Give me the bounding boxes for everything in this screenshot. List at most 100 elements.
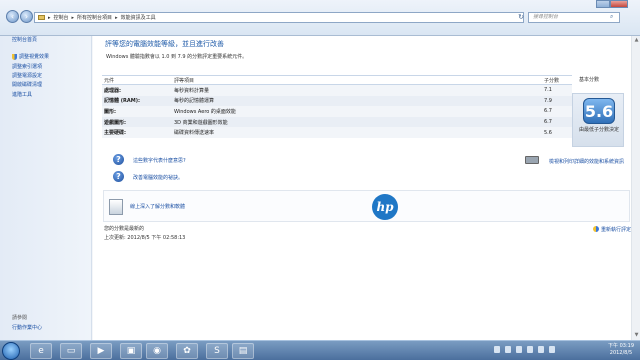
last-updated: 上次更新: 2012/8/5 下午 02:58:13 [104,235,186,241]
column-header: 子分數 [544,77,560,84]
sidebar-home-link[interactable]: 控制台首頁 [12,36,37,43]
breadcrumb-item[interactable]: 控制台 [54,14,69,21]
subscore: 6.7 [544,108,552,115]
start-button[interactable] [2,342,20,360]
app-icon[interactable]: ◉ [146,343,168,359]
component-name: 記憶體 (RAM): [104,98,141,105]
table-row: 處理器: 每秒資料計算量 7.1 [102,85,572,96]
system-tray [494,346,555,353]
chevron-right-icon: ▸ [115,14,118,21]
printer-icon [525,156,539,164]
sidebar-item-indexing[interactable]: 調整索引選項 [12,61,49,70]
rating-item: Windows Aero 的桌面效能 [174,108,236,115]
base-score-badge: 5.6 [583,98,615,124]
subscore: 5.6 [544,129,552,136]
rating-item: 每秒資料計算量 [174,87,210,94]
window-controls [596,0,628,8]
tray-icon[interactable] [494,346,500,353]
sidebar-item-label: 開啟磁碟清理 [12,82,43,89]
action-center-link[interactable]: 行動作業中心 [12,324,42,331]
sidebar-item-label: 調整視覺效果 [19,54,50,61]
rerun-assessment-link[interactable]: 重新執行評定 [601,226,631,233]
rating-item: 磁碟資料傳送速率 [174,130,215,137]
file-explorer-icon[interactable]: ▭ [60,343,82,359]
sidebar-item-label: 進階工具 [12,91,33,98]
skype-icon[interactable]: S [206,343,228,359]
scroll-up-icon[interactable]: ▲ [633,37,640,44]
component-name: 圖形: [104,108,116,115]
rating-item: 3D 商業和遊戲圖形效能 [174,119,228,126]
main-panel: 評等您的電腦效能等級，並且進行改善 Windows 體驗指數會以 1.0 到 7… [93,36,640,340]
volume-icon[interactable] [549,346,555,353]
network-icon[interactable] [538,346,544,353]
base-score-header: 基本分數 [579,77,600,83]
messenger-icon[interactable]: ✿ [176,343,198,359]
clock[interactable]: 下午 03:19 2012/8/5 [604,343,638,357]
performance-tips-link[interactable]: 改善電腦效能的祕訣。 [133,174,183,181]
sidebar-item-disk-cleanup[interactable]: 開啟磁碟清理 [12,80,49,89]
learn-more-box: 線上深入了解分數和軟體 hp [103,190,630,222]
component-name: 處理器: [104,87,121,94]
shield-icon [593,226,599,232]
sidebar: 控制台首頁 調整視覺效果 調整索引選項 調整電源設定 開啟磁碟清理 進階工具 請… [0,36,92,340]
component-name: 主要硬碟: [104,130,126,137]
tray-icon[interactable] [527,346,533,353]
sidebar-item-advanced-tools[interactable]: 進階工具 [12,90,49,99]
table-header: 元件 評等項目 子分數 [102,75,572,85]
score-table: 元件 評等項目 子分數 處理器: 每秒資料計算量 7.1 記憶體 (RAM): … [102,75,572,138]
internet-explorer-icon[interactable]: e [30,343,52,359]
page-subtitle: Windows 體驗指數會以 1.0 到 7.9 的分數評定重要系統元件。 [106,54,248,60]
control-panel-icon [38,15,45,20]
see-also-heading: 請參閱 [12,315,28,321]
search-input[interactable]: 搜尋控制台 [528,12,620,23]
breadcrumb[interactable]: ▸ 控制台 ▸ 所有控制台項目 ▸ 效能資訊及工具 [34,12,524,23]
component-name: 遊戲圖形: [104,119,126,126]
media-player-icon[interactable]: ▶ [90,343,112,359]
table-row: 圖形: Windows Aero 的桌面效能 6.7 [102,106,572,117]
table-body: 處理器: 每秒資料計算量 7.1 記憶體 (RAM): 每秒的記憶體運算 7.9… [102,85,572,138]
sidebar-item-label: 調整電源設定 [12,72,43,79]
back-button[interactable]: ‹ [6,10,19,23]
help-icon: ? [113,154,124,165]
chevron-right-icon: ▸ [71,14,75,21]
sidebar-tasks: 調整視覺效果 調整索引選項 調整電源設定 開啟磁碟清理 進階工具 [12,52,49,99]
learn-more-link[interactable]: 線上深入了解分數和軟體 [130,203,185,210]
search-icon[interactable]: ⌕ [610,13,613,21]
table-row: 遊戲圖形: 3D 商業和遊戲圖形效能 6.7 [102,116,572,128]
print-details-link[interactable]: 檢視和列印詳細的效能和系統資訊 [549,158,624,165]
subscore: 7.9 [544,97,552,104]
breadcrumb-item[interactable]: 效能資訊及工具 [121,14,156,21]
taskbar: e ▭ ▶ ▣ ◉ ✿ S ▤ 下午 03:19 2012/8/5 [0,340,640,360]
control-panel-icon[interactable]: ▤ [232,343,254,359]
software-box-icon [109,199,123,215]
minimize-button[interactable] [596,0,610,8]
hp-logo-icon: hp [372,194,398,220]
tray-icon[interactable] [505,346,511,353]
chevron-right-icon: ▸ [48,14,51,21]
clock-time: 下午 03:19 [608,343,634,349]
help-icon: ? [113,171,124,182]
address-bar: ‹ › ▸ 控制台 ▸ 所有控制台項目 ▸ 效能資訊及工具 ↻ 搜尋控制台 ⌕ [0,0,640,36]
column-header: 評等項目 [174,77,195,84]
sidebar-item-power[interactable]: 調整電源設定 [12,71,49,80]
table-row: 主要硬碟: 磁碟資料傳送速率 5.6 [102,127,572,138]
vertical-scrollbar[interactable]: ▲ ▼ [631,36,640,340]
column-header: 元件 [104,77,115,84]
close-button[interactable] [610,0,628,8]
sidebar-item-label: 調整索引選項 [12,63,43,70]
sidebar-item-visual-effects[interactable]: 調整視覺效果 [12,52,49,61]
tray-icon[interactable] [516,346,522,353]
page-title: 評等您的電腦效能等級，並且進行改善 [105,40,224,48]
breadcrumb-item[interactable]: 所有控制台項目 [77,14,112,21]
table-row: 記憶體 (RAM): 每秒的記憶體運算 7.9 [102,95,572,107]
app-icon[interactable]: ▣ [120,343,142,359]
what-do-numbers-mean-link[interactable]: 這些數字代表什麼意思? [133,157,186,164]
forward-button[interactable]: › [20,10,33,23]
subscore: 6.7 [544,119,552,126]
base-score-panel: 5.6 由最低子分數決定 [572,93,624,147]
refresh-icon[interactable]: ↻ [516,12,526,23]
clock-date: 2012/8/5 [609,350,633,356]
scroll-down-icon[interactable]: ▼ [633,332,640,339]
rating-item: 每秒的記憶體運算 [174,98,215,105]
score-status: 您的分數是最新的 [104,226,145,232]
